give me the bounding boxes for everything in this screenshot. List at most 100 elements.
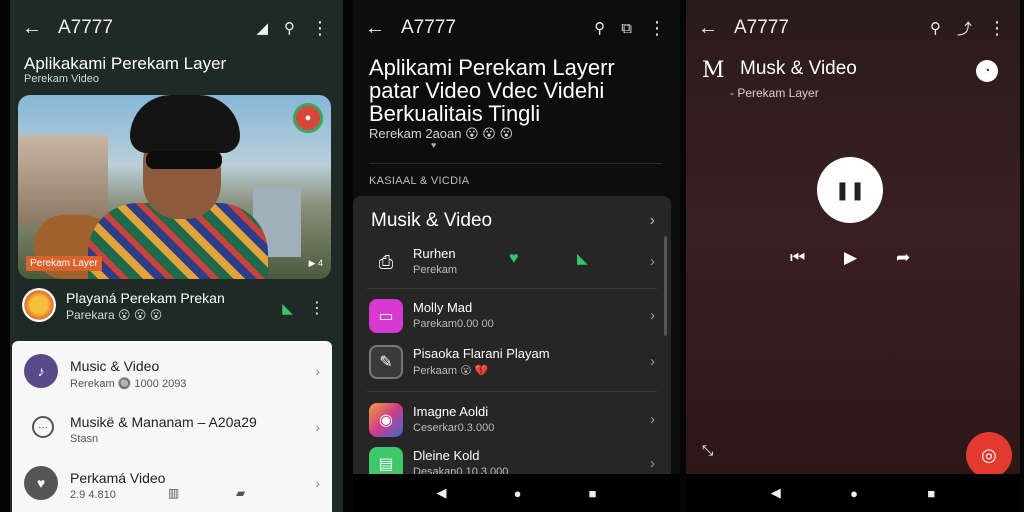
track-avatar — [22, 288, 56, 322]
nav-back-icon[interactable]: ◀ — [771, 485, 781, 501]
folder-icon[interactable]: ▰ — [236, 486, 245, 500]
hero-duration: ▶ 4 — [308, 258, 323, 268]
pause-button[interactable]: ❚❚ — [817, 157, 883, 223]
play-icon[interactable]: ▶ — [844, 248, 857, 268]
share-icon[interactable]: ◣ — [282, 300, 293, 317]
search-icon[interactable]: ⚲ — [594, 19, 605, 37]
nav-recents-icon[interactable]: ■ — [927, 486, 935, 501]
chevron-right-icon: › — [650, 353, 655, 370]
list-item-title: Rurhen — [413, 246, 456, 261]
chevron-right-icon: › — [650, 455, 655, 472]
player-subtitle: - Perekam Layer — [730, 86, 819, 100]
heart-icon: ♥ — [24, 466, 58, 500]
chat-bubble-icon[interactable]: ◔ — [976, 60, 998, 82]
back-arrow-icon[interactable]: ← — [365, 17, 391, 40]
search-icon[interactable]: ⚲ — [284, 19, 295, 37]
library-icon[interactable]: ▥ — [168, 486, 179, 500]
divider — [367, 391, 657, 392]
system-nav-bar: ◀ ● ■ — [353, 474, 680, 512]
list-item[interactable]: ♥ Perkamá Video 2.9 4.810 › — [12, 455, 332, 509]
music-video-panel: Musik & Video › ⎙ Rurhen Perekam ♥ ◣ › ▭… — [353, 196, 671, 481]
chevron-right-icon: › — [650, 307, 655, 324]
playback-controls: ⏮ ▶ ➦ — [786, 248, 916, 270]
list-item[interactable]: ··· Musikё & Mananam – A20a29 Stasn › — [12, 399, 332, 453]
hero-video-thumbnail[interactable]: ● Perekam Layer ▶ 4 — [18, 95, 331, 279]
cast-icon[interactable]: ⧉ — [621, 20, 632, 37]
search-icon[interactable]: ⚲ — [930, 19, 941, 37]
share-icon[interactable]: ⤴ — [957, 18, 972, 39]
list-item-title: Musikё & Mananam – A20a29 — [70, 414, 257, 430]
headline-line: Aplikami Perekam Layerr — [369, 55, 615, 80]
divider — [0, 0, 10, 512]
now-playing-row[interactable]: Playaná Perekam Prekan Parekara 😮 😮 😮 ◣ … — [22, 288, 331, 326]
guitar-icon: ✎ — [369, 345, 403, 379]
chevron-right-icon: › — [650, 411, 655, 428]
album-art-icon: ♪ — [24, 354, 58, 388]
app-title: A7777 — [401, 17, 456, 38]
page-subheading: Perekam Video — [24, 73, 100, 85]
headline: Aplikami Perekam Layerr patar Video Vdec… — [369, 56, 670, 125]
track-more-icon[interactable]: ⋮ — [309, 298, 325, 318]
list-item-subtitle: Parekam0.00 00 — [413, 318, 494, 330]
back-arrow-icon[interactable]: ← — [698, 17, 724, 40]
track-title: Playaná Perekam Prekan — [66, 290, 225, 306]
chevron-right-icon: › — [315, 475, 320, 491]
list-item-title: Molly Mad — [413, 300, 473, 315]
list-item-subtitle: Perekam — [413, 264, 458, 276]
chevron-right-icon: › — [315, 363, 320, 379]
list-item[interactable]: ✎ Pisaoka Flarani Playam Perkaam 😮 💔 › — [353, 336, 671, 388]
chat-icon: ··· — [32, 416, 54, 438]
more-options-icon[interactable]: ⋮ — [988, 18, 1006, 39]
chevron-right-icon[interactable]: › — [650, 212, 655, 230]
record-fab-button[interactable]: ◎ — [966, 432, 1012, 478]
list-item-title: Dleine Kold — [413, 448, 480, 463]
back-arrow-icon[interactable]: ← — [22, 17, 48, 40]
gallery-icon: ◉ — [369, 403, 403, 437]
list-item-subtitle: Rerekam 🔘 1000 2093 — [70, 378, 187, 390]
list-item-subtitle: 2.9 4.810 — [70, 489, 116, 501]
section-label: KASIAAL & VICDIA — [369, 175, 470, 187]
heart-green-icon[interactable]: ♥ — [509, 250, 519, 268]
sunglasses — [146, 151, 222, 169]
screen-player: ← A7777 ⚲ ⤴ ⋮ M Musk & Video - Perekam L… — [686, 0, 1020, 512]
more-options-icon[interactable]: ⋮ — [648, 18, 666, 39]
app-title: A7777 — [734, 17, 789, 38]
previous-icon[interactable]: ⏮ — [790, 248, 805, 268]
headline-meta: Rerekam 2aoan 😮 😮 😮 — [369, 126, 513, 141]
panel-title[interactable]: Musik & Video — [371, 210, 492, 232]
page-heading: Aplikakami Perekam Layer — [24, 54, 227, 73]
list-item[interactable]: ▭ Molly Mad Parekam0.00 00 › — [353, 290, 671, 342]
app-bar: ← A7777 ◢ ⚲ ⋮ — [10, 10, 343, 46]
hero-tag: Perekam Layer — [26, 256, 102, 271]
collapse-icon[interactable]: ⤡ — [702, 442, 713, 459]
list-item[interactable]: ♪ Music & Video Rerekam 🔘 1000 2093 › — [12, 343, 332, 397]
screen-detail: ← A7777 ⚲ ⧉ ⋮ Aplikami Perekam Layerr pa… — [353, 0, 680, 512]
nav-home-icon[interactable]: ● — [514, 486, 522, 501]
list-item-subtitle: Stasn — [70, 433, 99, 445]
list-item-title: Imagne Aoldi — [413, 404, 489, 419]
player-title: Musk & Video — [740, 58, 857, 79]
status-bar — [10, 0, 343, 8]
nav-recents-icon[interactable]: ■ — [589, 486, 597, 501]
signal-icon: ◢ — [256, 20, 268, 37]
list-item-title: Perkamá Video — [70, 470, 166, 486]
message-icon: ▭ — [369, 299, 403, 333]
track-subtitle: Parekara 😮 😮 😮 — [66, 308, 163, 322]
divider — [1020, 0, 1024, 512]
record-badge-icon[interactable]: ● — [293, 103, 323, 133]
app-bar: ← A7777 ⚲ ⧉ ⋮ — [353, 10, 680, 46]
share-green-icon[interactable]: ◣ — [577, 250, 588, 267]
background-building — [18, 135, 108, 225]
list-item-subtitle: Ceserkar0.3.000 — [413, 422, 495, 434]
nav-home-icon[interactable]: ● — [850, 486, 858, 501]
nav-back-icon[interactable]: ◀ — [437, 485, 447, 501]
media-list-sheet: ♪ Music & Video Rerekam 🔘 1000 2093 › ··… — [12, 341, 332, 512]
headline-line: patar Video Vdec Videhi — [369, 78, 605, 103]
chevron-right-icon: › — [315, 419, 320, 435]
list-item[interactable]: ⎙ Rurhen Perekam ♥ ◣ › — [353, 236, 671, 288]
list-item-title: Pisaoka Flarani Playam — [413, 346, 550, 361]
screen-home: ← A7777 ◢ ⚲ ⋮ Aplikakami Perekam Layer P… — [10, 0, 343, 512]
more-options-icon[interactable]: ⋮ — [311, 18, 329, 39]
app-logo: M — [702, 58, 725, 83]
forward-icon[interactable]: ➦ — [896, 248, 910, 268]
